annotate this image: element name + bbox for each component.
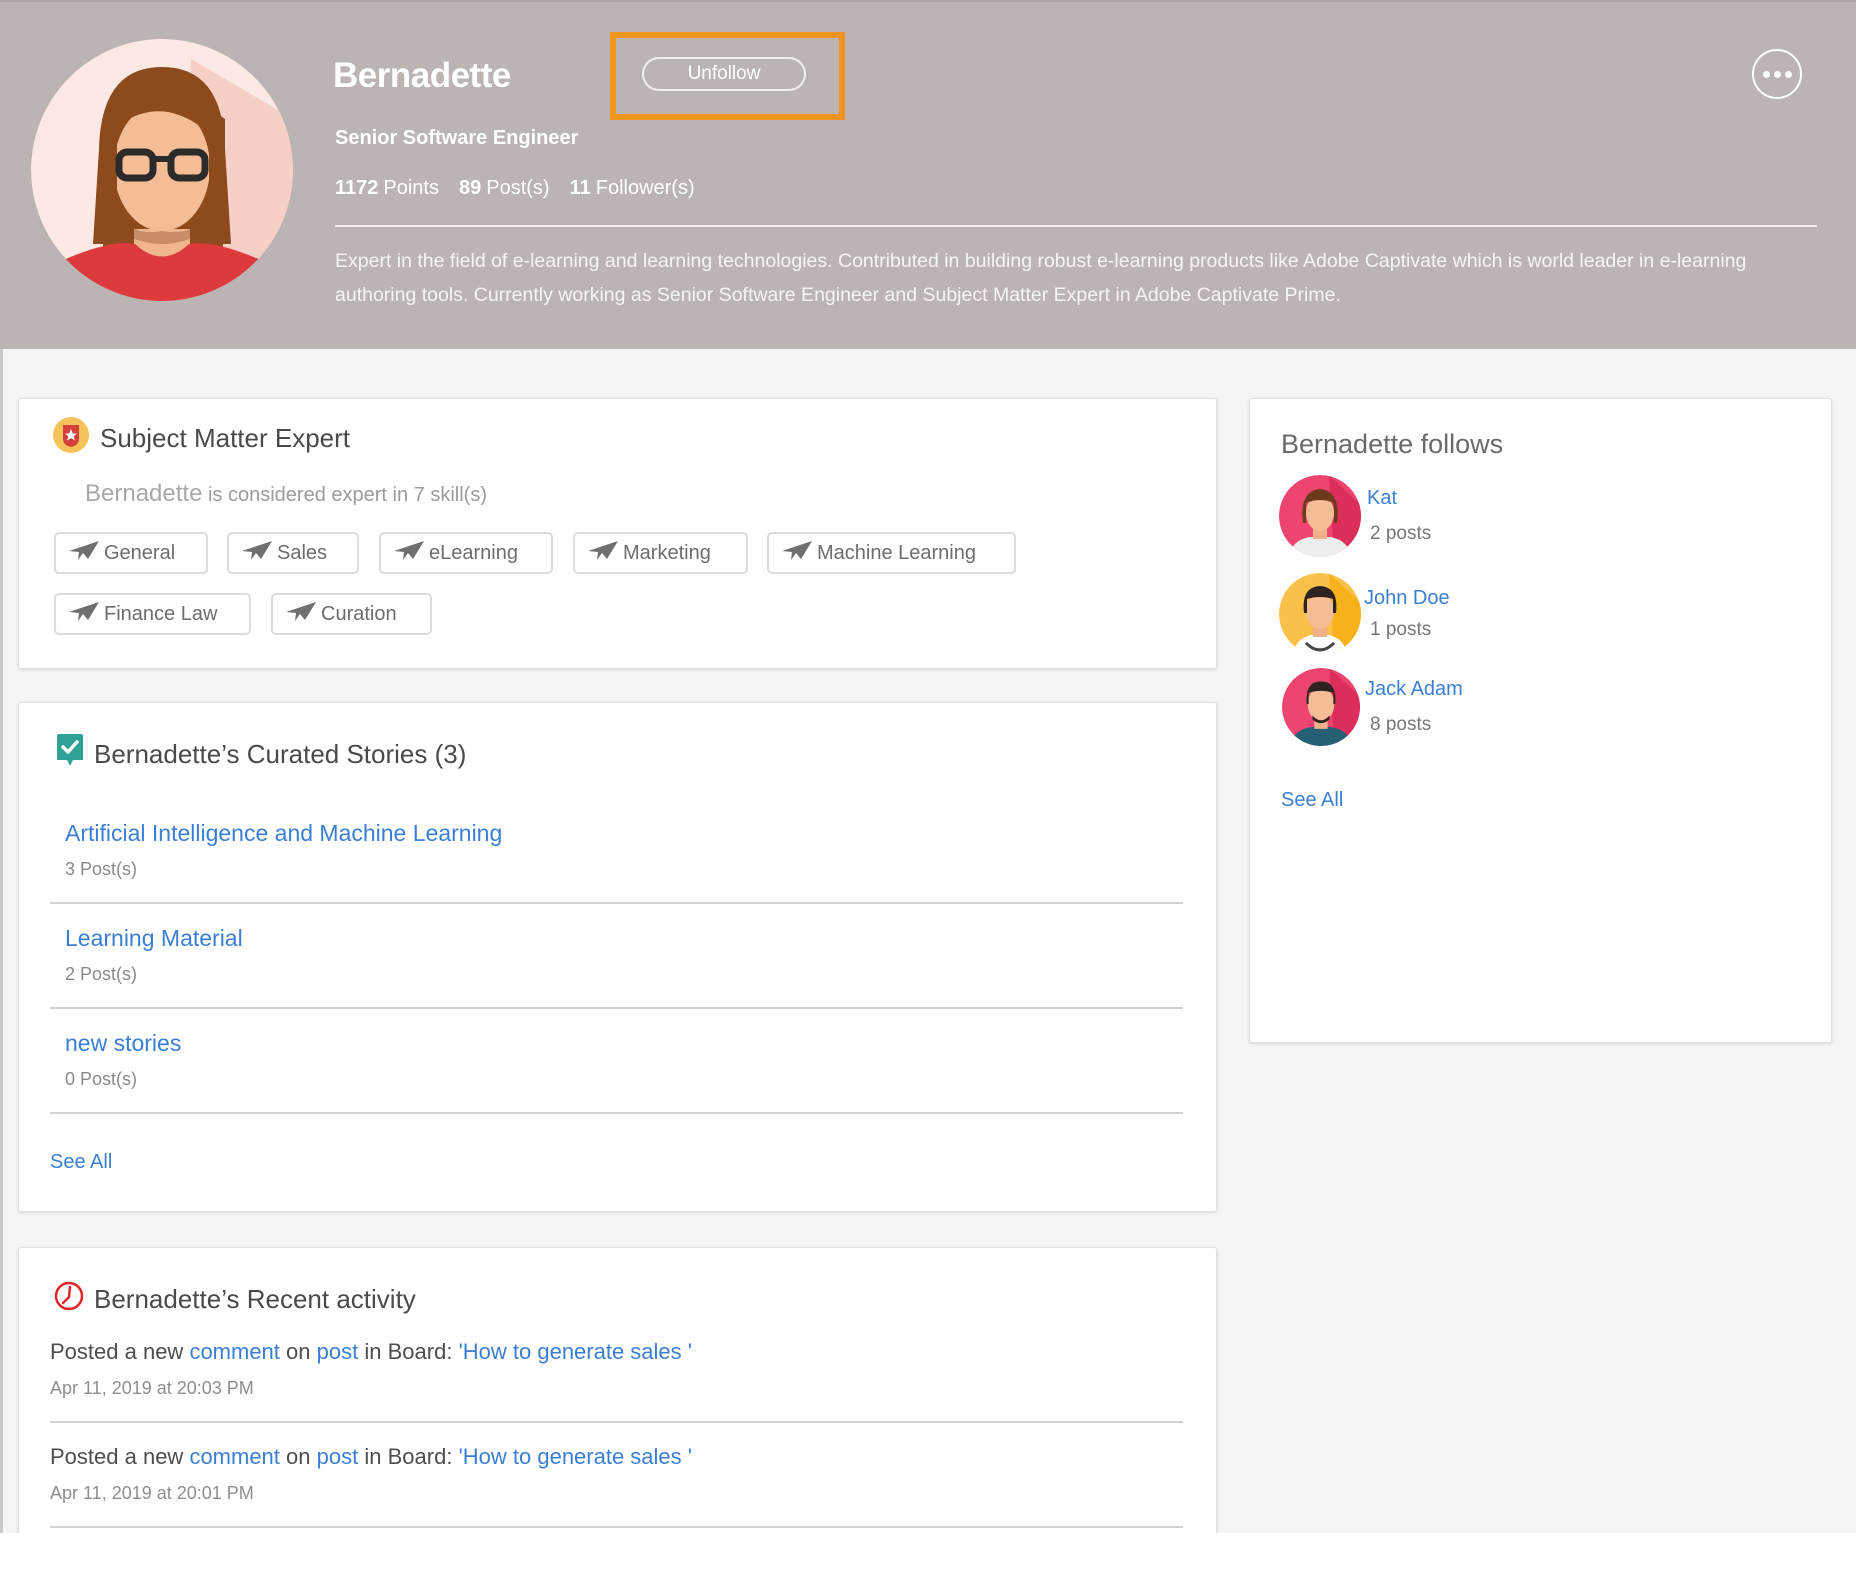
- board-link[interactable]: 'How to generate sales ': [459, 1339, 692, 1364]
- followed-user-link[interactable]: Jack Adam: [1365, 678, 1463, 701]
- more-options-button[interactable]: [1752, 49, 1802, 99]
- skill-label: Sales: [277, 541, 328, 564]
- followed-user-posts: 1 posts: [1370, 619, 1432, 640]
- followed-user-link[interactable]: John Doe: [1364, 587, 1450, 610]
- unfollow-highlight: Unfollow: [610, 32, 845, 120]
- sme-title: Subject Matter Expert: [52, 416, 350, 461]
- skill-chip[interactable]: Machine Learning: [767, 532, 1016, 574]
- comment-link[interactable]: comment: [189, 1444, 279, 1469]
- skill-chip[interactable]: Finance Law: [54, 593, 251, 635]
- divider: [50, 902, 1183, 904]
- profile-header: Bernadette Unfollow Senior Software Engi…: [0, 0, 1856, 349]
- story-link[interactable]: Artificial Intelligence and Machine Lear…: [65, 820, 502, 847]
- paper-plane-icon: [285, 600, 317, 628]
- sme-subtitle: Bernadette is considered expert in 7 ski…: [85, 480, 487, 507]
- paper-plane-icon: [241, 539, 273, 567]
- story-link[interactable]: new stories: [65, 1030, 181, 1057]
- job-title: Senior Software Engineer: [335, 127, 579, 149]
- stat-points: 1172 Points: [335, 177, 439, 199]
- skill-label: Finance Law: [104, 602, 218, 625]
- profile-avatar: [31, 39, 293, 301]
- paper-plane-icon: [587, 539, 619, 567]
- story-post-count: 3 Post(s): [65, 859, 138, 879]
- skill-chip[interactable]: Marketing: [573, 532, 748, 574]
- curated-stories-title: Bernadette’s Curated Stories (3): [56, 734, 466, 775]
- comment-link[interactable]: comment: [189, 1339, 279, 1364]
- curated-see-all-link[interactable]: See All: [50, 1151, 112, 1174]
- followed-user-link[interactable]: Kat: [1367, 487, 1397, 510]
- skill-label: Curation: [321, 602, 397, 625]
- paper-plane-icon: [68, 539, 100, 567]
- expert-badge-icon: [52, 416, 90, 461]
- skill-label: Machine Learning: [817, 541, 976, 564]
- stat-posts: 89 Post(s): [458, 177, 550, 199]
- activity-date: Apr 11, 2019 at 20:01 PM: [50, 1483, 254, 1503]
- skill-label: Marketing: [623, 541, 711, 564]
- avatar-jack-adam[interactable]: [1282, 668, 1360, 746]
- divider: [50, 1112, 1183, 1114]
- story-link[interactable]: Learning Material: [65, 925, 243, 952]
- skill-chip[interactable]: Curation: [271, 593, 432, 635]
- follows-see-all-link[interactable]: See All: [1281, 789, 1343, 812]
- activity-date: Apr 11, 2019 at 20:03 PM: [50, 1378, 254, 1398]
- sme-subject-name: Bernadette: [85, 480, 203, 507]
- more-horizontal-icon: [1762, 70, 1770, 78]
- board-link[interactable]: 'How to generate sales ': [459, 1444, 692, 1469]
- skill-chip[interactable]: General: [54, 532, 208, 574]
- skill-chip[interactable]: eLearning: [379, 532, 553, 574]
- story-post-count: 2 Post(s): [65, 964, 138, 984]
- activity-item: Posted a new comment on post in Board: '…: [50, 1444, 692, 1469]
- post-link[interactable]: post: [317, 1339, 359, 1364]
- paper-plane-icon: [393, 539, 425, 567]
- stat-followers: 11 Follower(s): [569, 177, 695, 199]
- follows-title: Bernadette follows: [1281, 429, 1504, 459]
- curated-check-icon: [56, 734, 84, 775]
- paper-plane-icon: [781, 539, 813, 567]
- paper-plane-icon: [68, 600, 100, 628]
- followed-user-posts: 8 posts: [1370, 714, 1432, 735]
- avatar-kat[interactable]: [1279, 475, 1361, 557]
- skill-label: General: [104, 541, 176, 564]
- avatar-john-doe[interactable]: [1279, 573, 1361, 655]
- divider: [50, 1007, 1183, 1009]
- divider: [50, 1421, 1183, 1423]
- profile-name: Bernadette: [333, 56, 511, 95]
- followed-user-posts: 2 posts: [1370, 523, 1432, 544]
- profile-stats: 1172 Points 89 Post(s) 11 Follower(s): [335, 177, 695, 200]
- skill-label: eLearning: [429, 541, 518, 564]
- header-divider: [335, 225, 1817, 227]
- skill-chip[interactable]: Sales: [227, 532, 359, 574]
- activity-item: Posted a new comment on post in Board: '…: [50, 1339, 692, 1364]
- story-post-count: 0 Post(s): [65, 1069, 138, 1089]
- clock-icon: [54, 1281, 84, 1318]
- curated-stories-card: [18, 702, 1217, 1212]
- page-bottom-mask: [0, 1533, 1856, 1573]
- divider: [50, 1526, 1183, 1528]
- post-link[interactable]: post: [317, 1444, 359, 1469]
- recent-activity-title: Bernadette’s Recent activity: [54, 1281, 416, 1318]
- unfollow-button[interactable]: Unfollow: [642, 57, 806, 91]
- profile-bio: Expert in the field of e-learning and le…: [335, 250, 1747, 306]
